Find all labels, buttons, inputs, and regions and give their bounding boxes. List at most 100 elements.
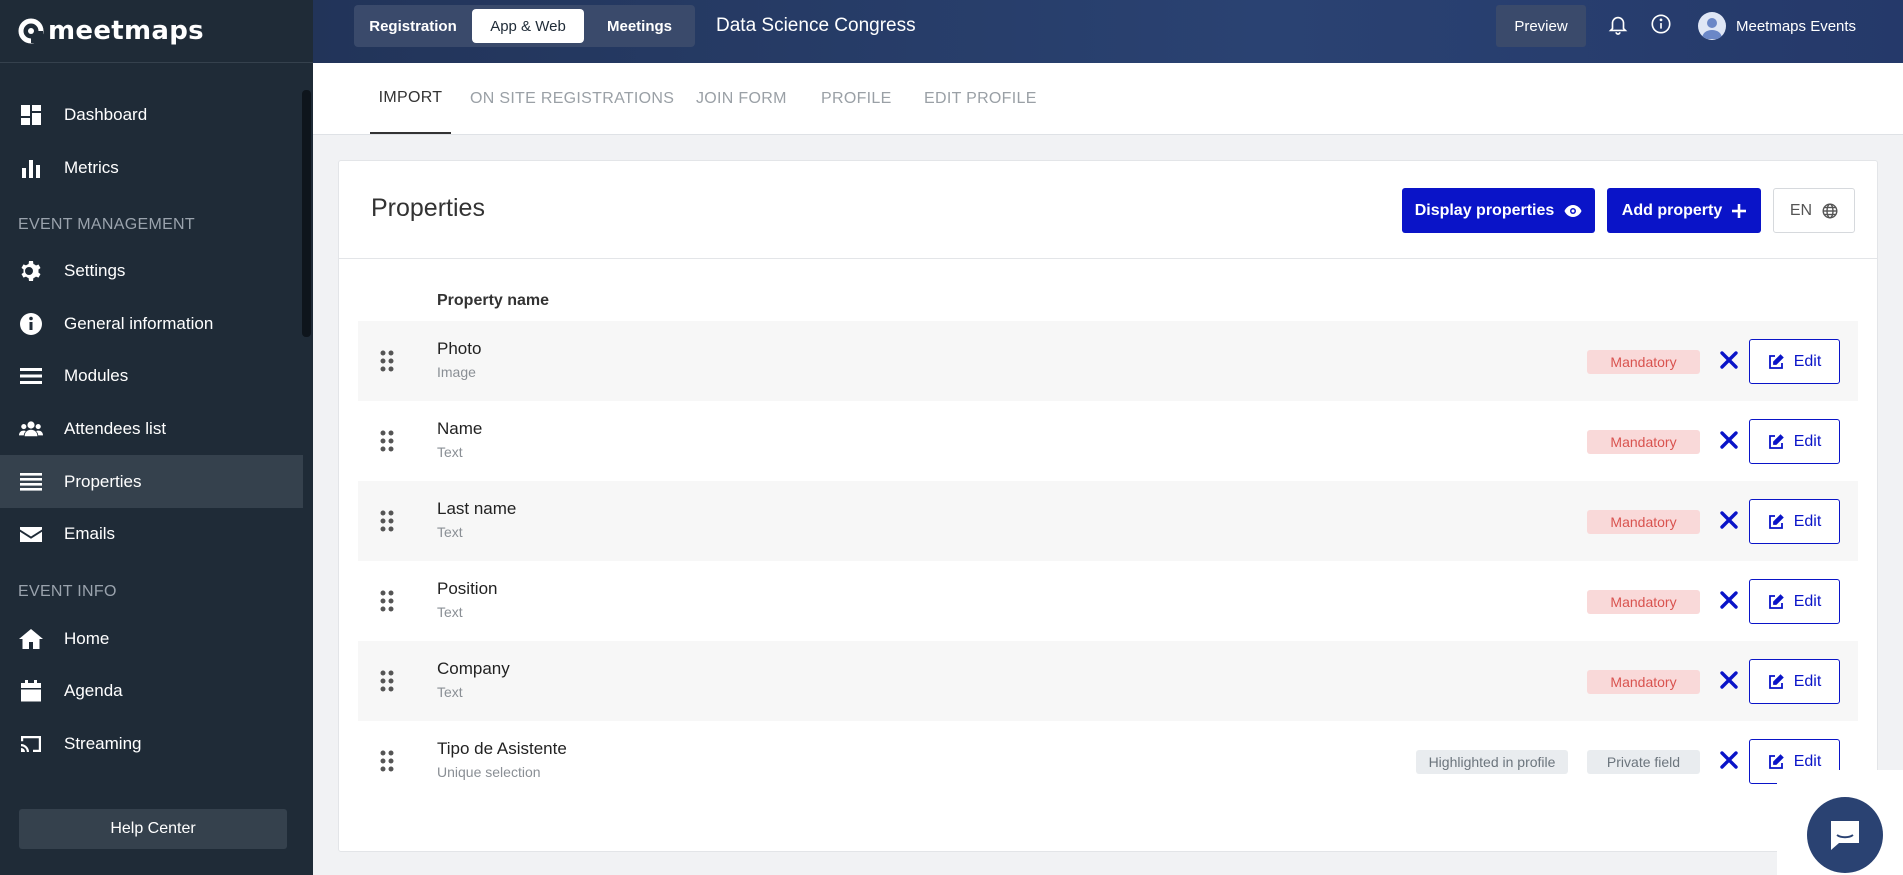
mode-switch: Registration App & Web Meetings xyxy=(354,5,695,47)
remove-icon[interactable] xyxy=(1718,749,1740,771)
sidebar-item-agenda[interactable]: Agenda xyxy=(0,664,303,717)
sidebar-item-general-information[interactable]: General information xyxy=(0,297,303,350)
plus-icon xyxy=(1732,203,1747,218)
property-row: Company Text Mandatory Edit xyxy=(358,641,1858,721)
chat-button[interactable] xyxy=(1807,797,1883,873)
sidebar-item-label: Agenda xyxy=(64,680,123,700)
info-circle-icon[interactable] xyxy=(1650,13,1674,37)
edit-button[interactable]: Edit xyxy=(1749,339,1840,384)
preview-button[interactable]: Preview xyxy=(1496,5,1586,47)
mode-registration[interactable]: Registration xyxy=(358,9,468,43)
sidebar-item-label: Modules xyxy=(64,365,129,385)
remove-icon[interactable] xyxy=(1718,509,1740,531)
sidebar-item-modules[interactable]: Modules xyxy=(0,349,303,402)
status-badge: Mandatory xyxy=(1587,430,1700,454)
edit-button[interactable]: Edit xyxy=(1749,659,1840,704)
tab-import[interactable]: IMPORT xyxy=(370,63,451,134)
tab-edit-profile[interactable]: EDIT PROFILE xyxy=(924,63,1037,134)
remove-icon[interactable] xyxy=(1718,429,1740,451)
sidebar-item-metrics[interactable]: Metrics xyxy=(0,141,303,194)
help-center-button[interactable]: Help Center xyxy=(19,809,287,849)
drag-handle-icon[interactable] xyxy=(380,509,394,533)
drag-handle-icon[interactable] xyxy=(380,669,394,693)
meetmaps-logo[interactable]: meetmaps xyxy=(18,16,204,46)
tab-bar: IMPORT ON SITE REGISTRATIONS JOIN FORM P… xyxy=(313,63,1903,135)
property-type: Text xyxy=(437,524,463,540)
calendar-icon xyxy=(18,678,44,704)
bell-icon[interactable] xyxy=(1607,13,1631,37)
edit-icon xyxy=(1768,673,1784,689)
properties-card: Properties Display properties Add proper… xyxy=(338,160,1878,852)
property-row: Position Text Mandatory Edit xyxy=(358,561,1858,641)
cast-icon xyxy=(18,731,44,757)
user-menu[interactable]: Meetmaps Events xyxy=(1698,12,1856,40)
gear-icon xyxy=(18,258,44,284)
remove-icon[interactable] xyxy=(1718,349,1740,371)
tab-on-site-registrations[interactable]: ON SITE REGISTRATIONS xyxy=(470,63,674,134)
menu-icon xyxy=(18,363,44,389)
property-type: Image xyxy=(437,364,476,380)
event-title: Data Science Congress xyxy=(716,15,916,36)
property-name: Last name xyxy=(437,499,517,518)
tab-profile[interactable]: PROFILE xyxy=(821,63,892,134)
sidebar-item-properties[interactable]: Properties xyxy=(0,455,303,508)
drag-handle-icon[interactable] xyxy=(380,749,394,773)
edit-icon xyxy=(1768,353,1784,369)
dashboard-icon xyxy=(18,102,44,128)
logo-bar: meetmaps xyxy=(0,0,313,63)
drag-handle-icon[interactable] xyxy=(380,429,394,453)
edit-button[interactable]: Edit xyxy=(1749,419,1840,464)
mode-meetings[interactable]: Meetings xyxy=(588,9,691,43)
property-type: Text xyxy=(437,604,463,620)
property-type: Text xyxy=(437,684,463,700)
status-badge: Mandatory xyxy=(1587,590,1700,614)
section-event-management: EVENT MANAGEMENT xyxy=(18,216,195,233)
top-bar: Registration App & Web Meetings Data Sci… xyxy=(313,0,1903,63)
envelope-icon xyxy=(18,521,44,547)
language-selector[interactable]: EN xyxy=(1773,188,1855,233)
sidebar-item-label: Metrics xyxy=(64,157,119,177)
display-properties-button[interactable]: Display properties xyxy=(1402,188,1595,233)
sidebar-item-streaming[interactable]: Streaming xyxy=(0,717,303,770)
add-property-button[interactable]: Add property xyxy=(1607,188,1761,233)
status-badge: Mandatory xyxy=(1587,670,1700,694)
property-name: Position xyxy=(437,579,498,598)
edit-button[interactable]: Edit xyxy=(1749,579,1840,624)
sidebar-item-label: Dashboard xyxy=(64,104,148,124)
drag-handle-icon[interactable] xyxy=(380,349,394,373)
property-name: Photo xyxy=(437,339,482,358)
display-properties-label: Display properties xyxy=(1414,201,1555,219)
status-badge: Mandatory xyxy=(1587,350,1700,374)
section-event-info: EVENT INFO xyxy=(18,583,117,600)
mode-app-web[interactable]: App & Web xyxy=(472,9,584,43)
sidebar-scrollbar[interactable] xyxy=(302,90,311,337)
sidebar-item-home[interactable]: Home xyxy=(0,612,303,665)
user-name: Meetmaps Events xyxy=(1736,17,1857,35)
property-name: Tipo de Asistente xyxy=(437,739,567,758)
edit-icon xyxy=(1768,593,1784,609)
status-badge: Mandatory xyxy=(1587,510,1700,534)
remove-icon[interactable] xyxy=(1718,589,1740,611)
tab-join-form[interactable]: JOIN FORM xyxy=(696,63,787,134)
sidebar-item-attendees-list[interactable]: Attendees list xyxy=(0,402,303,455)
brand-name: meetmaps xyxy=(48,16,204,46)
edit-label: Edit xyxy=(1793,352,1822,370)
edit-icon xyxy=(1768,513,1784,529)
language-label: EN xyxy=(1789,201,1813,219)
status-badge: Highlighted in profile xyxy=(1416,750,1568,774)
remove-icon[interactable] xyxy=(1718,669,1740,691)
sidebar-item-settings[interactable]: Settings xyxy=(0,244,303,297)
property-type: Unique selection xyxy=(437,764,541,780)
chat-bubble-icon xyxy=(1831,821,1859,850)
page-title: Properties xyxy=(371,194,485,222)
sidebar-item-emails[interactable]: Emails xyxy=(0,507,303,560)
list-icon xyxy=(18,469,44,495)
property-row: Photo Image Mandatory Edit xyxy=(358,321,1858,401)
users-icon xyxy=(18,416,44,442)
edit-button[interactable]: Edit xyxy=(1749,499,1840,544)
card-header: Properties Display properties Add proper… xyxy=(339,161,1877,259)
add-property-label: Add property xyxy=(1621,201,1723,219)
property-name: Name xyxy=(437,419,483,438)
drag-handle-icon[interactable] xyxy=(380,589,394,613)
sidebar-item-dashboard[interactable]: Dashboard xyxy=(0,88,303,141)
